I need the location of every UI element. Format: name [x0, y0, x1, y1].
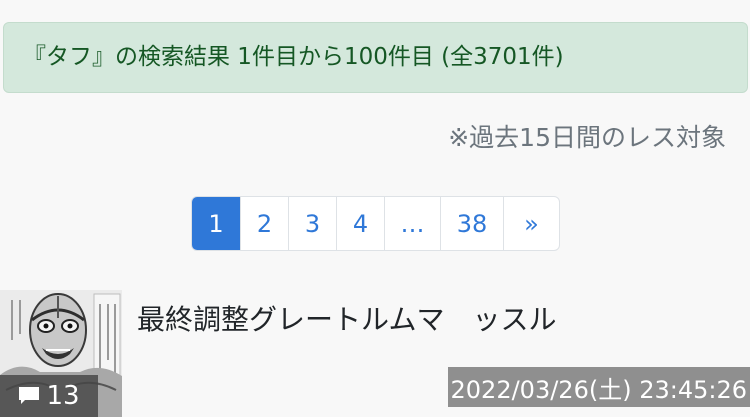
search-results-page: 『タフ』の検索結果 1件目から100件目 (全3701件) ※過去15日間のレス…: [0, 0, 750, 417]
page-link-4[interactable]: 4: [336, 197, 384, 250]
thread-title-link[interactable]: 最終調整グレートルムマ ッスル: [137, 298, 556, 338]
search-scope-note: ※過去15日間のレス対象: [448, 123, 726, 152]
search-result-banner: 『タフ』の検索結果 1件目から100件目 (全3701件): [3, 22, 748, 93]
reply-count: 13: [46, 381, 80, 411]
thread-timestamp: 2022/03/26(土) 23:45:26: [447, 367, 750, 407]
comment-icon: [19, 387, 40, 404]
pagination-ellipsis: …: [384, 197, 440, 250]
reply-count-badge: 13: [0, 375, 98, 417]
pagination: 1 2 3 4 … 38 »: [191, 196, 560, 251]
page-link-3[interactable]: 3: [288, 197, 336, 250]
page-link-2[interactable]: 2: [240, 197, 288, 250]
page-link-38[interactable]: 38: [440, 197, 503, 250]
double-chevron-right-icon: »: [524, 209, 539, 238]
thread-thumbnail[interactable]: 13: [0, 290, 122, 417]
page-link-1[interactable]: 1: [192, 197, 240, 250]
next-page-button[interactable]: »: [503, 197, 559, 250]
thread-list-item[interactable]: 13 最終調整グレートルムマ ッスル 2022/03/26(土) 23:45:2…: [0, 290, 750, 417]
